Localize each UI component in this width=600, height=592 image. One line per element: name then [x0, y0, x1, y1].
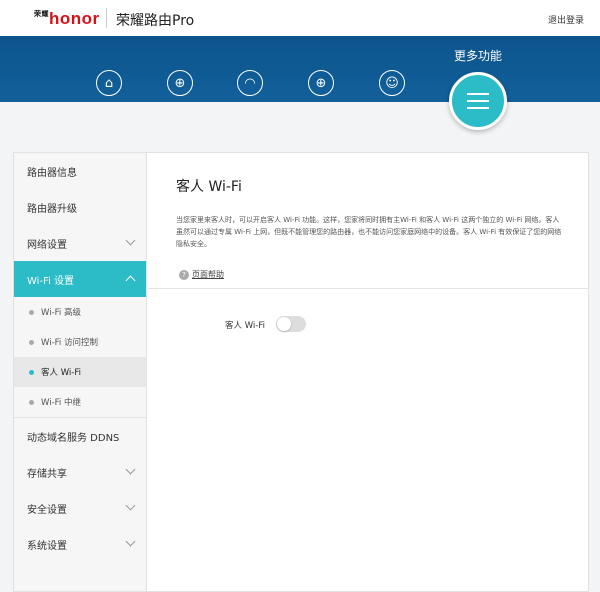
home-icon[interactable]: ⌂	[96, 70, 122, 96]
subitem-label: Wi-Fi 访问控制	[41, 338, 98, 348]
bullet-icon	[29, 400, 34, 405]
page-help-link[interactable]: ? 页面帮助	[179, 269, 224, 280]
logout-link[interactable]: 退出登录	[548, 13, 584, 26]
sidebar-item-storage[interactable]: 存储共享	[14, 454, 146, 490]
header: 荣耀honor 荣耀路由Pro 退出登录	[0, 0, 600, 36]
page-description: 当您家里来客人时，可以开启客人 Wi-Fi 功能。这样，您家将同时拥有主Wi-F…	[176, 216, 562, 248]
guest-wifi-toggle[interactable]	[276, 316, 306, 332]
help-label: 页面帮助	[192, 270, 224, 279]
menu-icon	[467, 93, 489, 95]
subitem-label: Wi-Fi 中继	[41, 398, 81, 408]
divider	[148, 288, 588, 289]
sidebar-item-ddns[interactable]: 动态域名服务 DDNS	[14, 418, 146, 454]
divider	[106, 8, 107, 28]
subitem-wifi-repeater[interactable]: Wi-Fi 中继	[14, 387, 146, 417]
globe-icon[interactable]: ⊕	[167, 70, 193, 96]
honor-logo[interactable]: 荣耀honor	[34, 9, 100, 29]
sidebar-item-label: 网络设置	[27, 239, 67, 251]
guest-wifi-label: 客人 Wi-Fi	[225, 321, 265, 331]
toggle-knob	[277, 317, 291, 331]
sidebar-item-label: Wi-Fi 设置	[27, 275, 75, 287]
wifi-icon[interactable]: ◠	[237, 70, 263, 96]
nav-banner	[0, 36, 600, 102]
sidebar-item-label: 安全设置	[27, 504, 67, 516]
sidebar-item-system[interactable]: 系统设置	[14, 526, 146, 562]
more-functions-button[interactable]	[449, 72, 507, 130]
subitem-guest-wifi[interactable]: 客人 Wi-Fi	[14, 357, 146, 387]
sidebar-item-router-info[interactable]: 路由器信息	[14, 153, 146, 189]
sidebar: 路由器信息 路由器升级 网络设置 Wi-Fi 设置 Wi-Fi 高级 Wi-Fi…	[14, 153, 147, 591]
bullet-icon	[29, 370, 34, 375]
sidebar-item-network[interactable]: 网络设置	[14, 225, 146, 261]
subitem-label: Wi-Fi 高级	[41, 308, 81, 318]
sidebar-item-label: 存储共享	[27, 468, 67, 480]
sidebar-item-label: 路由器信息	[27, 167, 77, 179]
chevron-down-icon	[125, 500, 136, 511]
page-title: 客人 Wi-Fi	[176, 179, 242, 195]
content: 客人 Wi-Fi 当您家里来客人时，可以开启客人 Wi-Fi 功能。这样，您家将…	[148, 153, 588, 591]
more-functions-label: 更多功能	[454, 49, 503, 63]
wifi-submenu: Wi-Fi 高级 Wi-Fi 访问控制 客人 Wi-Fi Wi-Fi 中继	[14, 297, 146, 418]
sidebar-item-security[interactable]: 安全设置	[14, 490, 146, 526]
chevron-down-icon	[125, 464, 136, 475]
sidebar-item-wifi[interactable]: Wi-Fi 设置	[14, 261, 146, 297]
subitem-wifi-advanced[interactable]: Wi-Fi 高级	[14, 297, 146, 327]
product-name: 荣耀路由Pro	[116, 13, 195, 29]
globe-speed-icon[interactable]: ⊕	[308, 70, 334, 96]
chevron-down-icon	[125, 235, 136, 246]
sidebar-item-label: 路由器升级	[27, 203, 77, 215]
sidebar-item-router-upgrade[interactable]: 路由器升级	[14, 189, 146, 225]
sidebar-item-label: 动态域名服务 DDNS	[27, 432, 120, 444]
settings-panel: 路由器信息 路由器升级 网络设置 Wi-Fi 设置 Wi-Fi 高级 Wi-Fi…	[13, 152, 589, 592]
subitem-wifi-access-control[interactable]: Wi-Fi 访问控制	[14, 327, 146, 357]
help-icon: ?	[179, 269, 189, 280]
bullet-icon	[29, 340, 34, 345]
subitem-label: 客人 Wi-Fi	[41, 368, 81, 378]
chevron-down-icon	[125, 536, 136, 547]
chevron-up-icon	[125, 275, 136, 286]
bullet-icon	[29, 310, 34, 315]
user-icon[interactable]: ☺	[379, 70, 405, 96]
sidebar-item-label: 系统设置	[27, 540, 67, 552]
